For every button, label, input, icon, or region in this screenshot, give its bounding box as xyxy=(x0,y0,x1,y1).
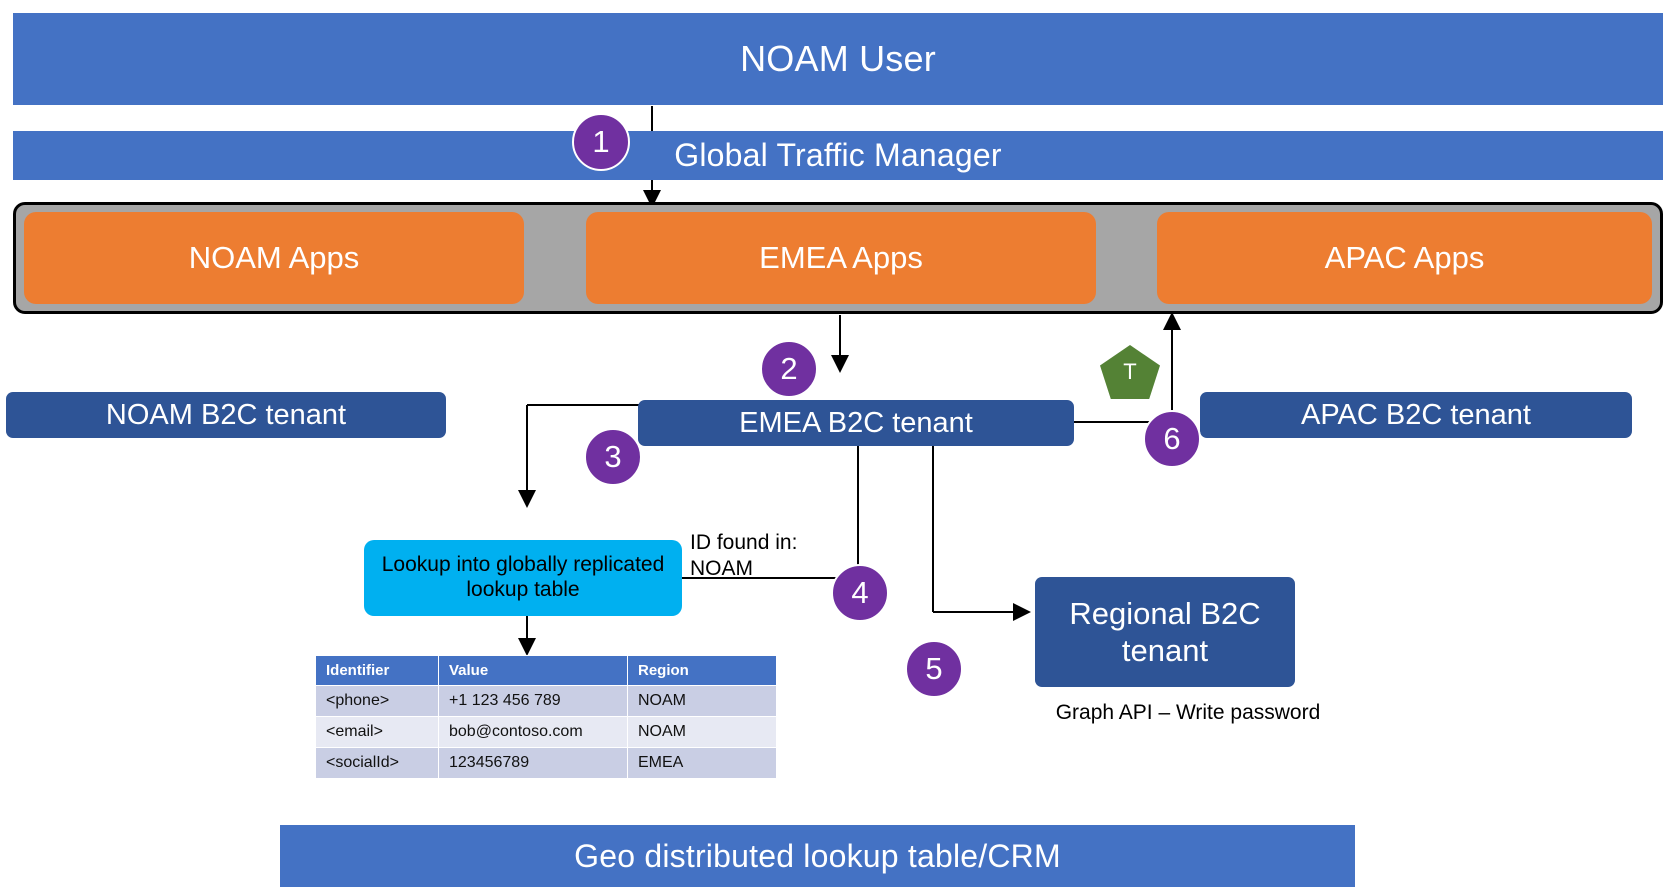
diagram-canvas: NOAM User Global Traffic Manager NOAM Ap… xyxy=(0,0,1676,896)
footer-bar-label: Geo distributed lookup table/CRM xyxy=(574,837,1061,874)
table-cell-identifier: <socialId> xyxy=(315,747,439,779)
noam-user-label: NOAM User xyxy=(740,38,936,79)
table-col-identifier: Identifier xyxy=(315,655,439,686)
table-row: <socialId> 123456789 EMEA xyxy=(315,747,777,779)
step-badge-2-label: 2 xyxy=(780,351,798,386)
tenant-emea[interactable]: EMEA B2C tenant xyxy=(638,400,1074,446)
step-badge-4-label: 4 xyxy=(851,575,869,610)
step-badge-6[interactable]: 6 xyxy=(1143,410,1201,468)
app-box-apac-label: APAC Apps xyxy=(1324,240,1485,275)
tenant-apac[interactable]: APAC B2C tenant xyxy=(1200,392,1632,438)
lookup-data-table: Identifier Value Region <phone> +1 123 4… xyxy=(315,655,777,779)
table-header-row: Identifier Value Region xyxy=(315,655,777,686)
lookup-box[interactable]: Lookup into globally replicated lookup t… xyxy=(364,540,682,616)
step-badge-2[interactable]: 2 xyxy=(760,340,818,398)
table-cell-region: EMEA xyxy=(627,747,777,779)
table-cell-region: NOAM xyxy=(627,716,777,748)
tenant-noam[interactable]: NOAM B2C tenant xyxy=(6,392,446,438)
step-badge-3[interactable]: 3 xyxy=(584,428,642,486)
footer-bar: Geo distributed lookup table/CRM xyxy=(280,825,1355,887)
step-badge-6-label: 6 xyxy=(1163,421,1181,456)
noam-user-bar: NOAM User xyxy=(13,13,1663,105)
step-badge-3-label: 3 xyxy=(604,439,622,474)
table-col-region: Region xyxy=(627,655,777,686)
step-badge-4[interactable]: 4 xyxy=(831,564,889,622)
step-badge-5[interactable]: 5 xyxy=(905,640,963,698)
tenant-regional-label: Regional B2C tenant xyxy=(1069,595,1261,668)
token-marker-icon: T xyxy=(1100,345,1160,399)
token-marker-label: T xyxy=(1123,359,1137,384)
app-box-noam-label: NOAM Apps xyxy=(188,240,360,275)
tenant-noam-label: NOAM B2C tenant xyxy=(105,398,347,431)
tenant-regional[interactable]: Regional B2C tenant xyxy=(1035,577,1295,687)
table-cell-value: 123456789 xyxy=(438,747,628,779)
table-cell-value: +1 123 456 789 xyxy=(438,685,628,717)
step-badge-1[interactable]: 1 xyxy=(572,113,630,171)
table-row: <email> bob@contoso.com NOAM xyxy=(315,716,777,748)
global-traffic-manager-label: Global Traffic Manager xyxy=(674,137,1002,173)
table-row: <phone> +1 123 456 789 NOAM xyxy=(315,685,777,717)
table-cell-region: NOAM xyxy=(627,685,777,717)
lookup-box-label: Lookup into globally replicated lookup t… xyxy=(381,553,665,601)
step-badge-5-label: 5 xyxy=(925,651,943,686)
global-traffic-manager-bar: Global Traffic Manager xyxy=(13,131,1663,180)
app-box-apac[interactable]: APAC Apps xyxy=(1157,212,1652,304)
tenant-apac-label: APAC B2C tenant xyxy=(1301,398,1531,431)
table-cell-identifier: <phone> xyxy=(315,685,439,717)
app-box-noam[interactable]: NOAM Apps xyxy=(24,212,524,304)
tenant-emea-label: EMEA B2C tenant xyxy=(739,406,973,439)
table-cell-value: bob@contoso.com xyxy=(438,716,628,748)
app-box-emea-label: EMEA Apps xyxy=(759,240,923,275)
step-badge-1-label: 1 xyxy=(592,124,610,159)
table-col-value: Value xyxy=(438,655,628,686)
graph-api-caption: Graph API – Write password xyxy=(1055,701,1321,724)
table-cell-identifier: <email> xyxy=(315,716,439,748)
app-box-emea[interactable]: EMEA Apps xyxy=(586,212,1096,304)
